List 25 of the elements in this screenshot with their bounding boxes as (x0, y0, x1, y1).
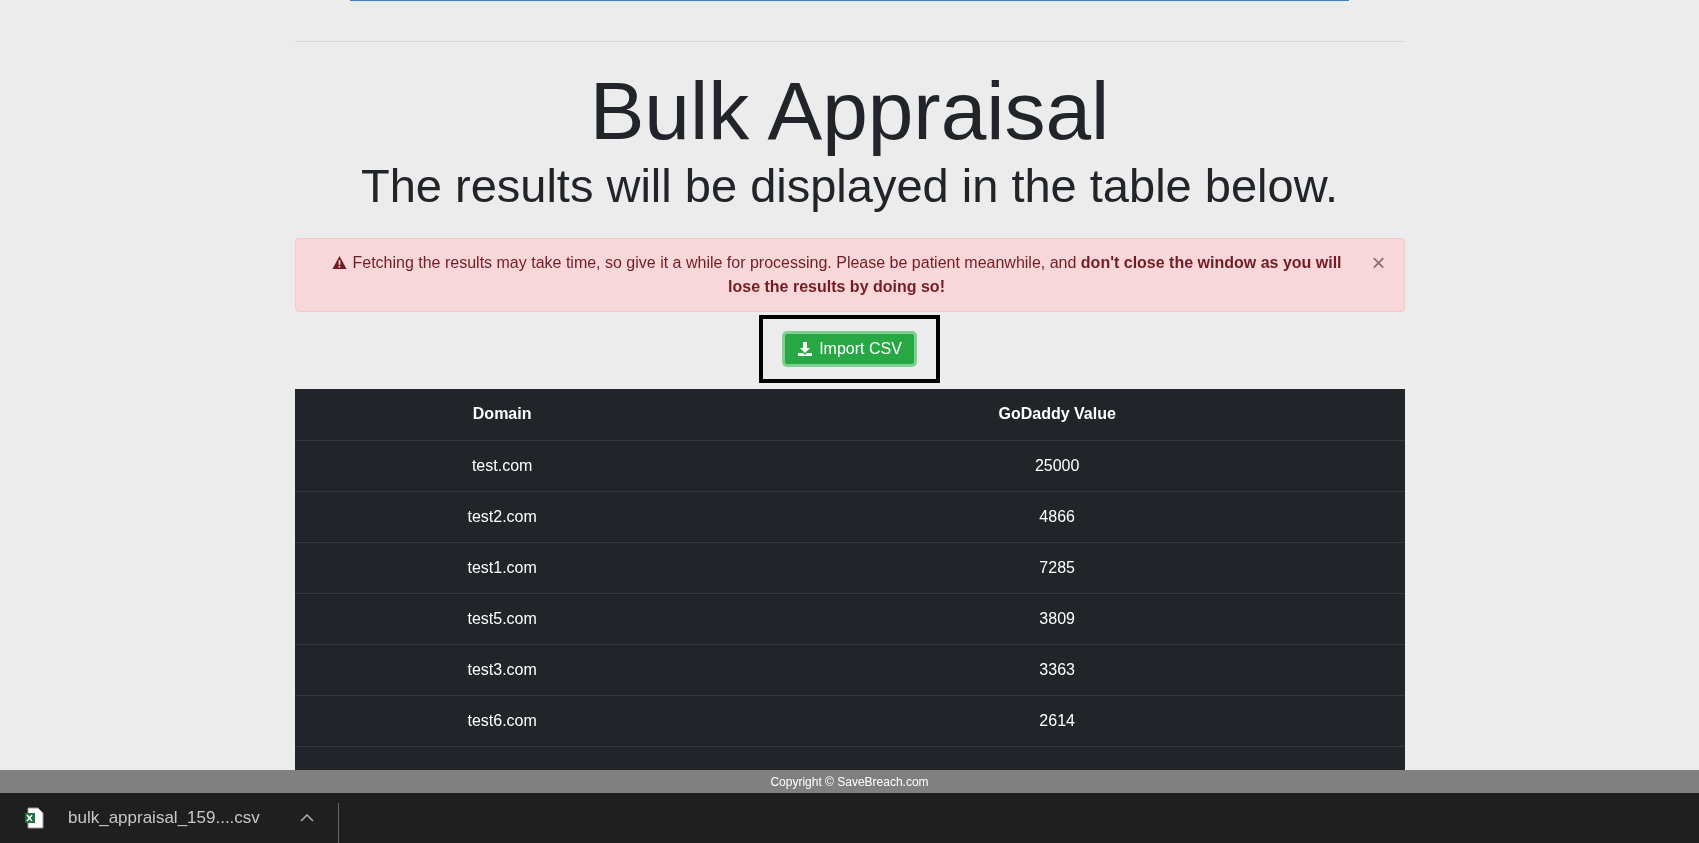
copyright-text: Copyright © SaveBreach.com (770, 774, 929, 789)
table-cell: 7285 (709, 542, 1405, 594)
table-cell: test.com (294, 440, 710, 492)
chevron-up-icon[interactable] (300, 814, 314, 822)
close-button[interactable]: × (1371, 250, 1386, 275)
table-cell: 4866 (709, 491, 1405, 543)
page-title: Bulk Appraisal (589, 66, 1110, 157)
table-cell: 2614 (709, 695, 1405, 747)
table-cell: 3363 (709, 644, 1405, 696)
table-cell: test1.com (294, 542, 710, 594)
table-cell: 25000 (709, 440, 1405, 492)
alert-message: Fetching the results may take time, so give it a while for processing. Please be patient meanwhile, and don't close the window as you will lose the results by doing so! (352, 253, 1342, 295)
download-filename[interactable]: bulk_appraisal_159....csv (68, 808, 300, 828)
spreadsheet-file-icon (24, 807, 44, 829)
page-subtitle: The results will be displayed in the table below. (360, 158, 1339, 215)
table-cell: test3.com (294, 644, 710, 696)
table-cell: 3809 (709, 593, 1405, 645)
column-header: Domain (294, 388, 710, 441)
table-cell: test5.com (294, 593, 710, 645)
table-cell: test2.com (294, 491, 710, 543)
column-header: GoDaddy Value (709, 388, 1405, 441)
table-cell: test6.com (294, 695, 710, 747)
download-icon (797, 340, 814, 357)
import-csv-button[interactable]: Import CSV (782, 330, 917, 367)
warning-icon (331, 254, 349, 270)
